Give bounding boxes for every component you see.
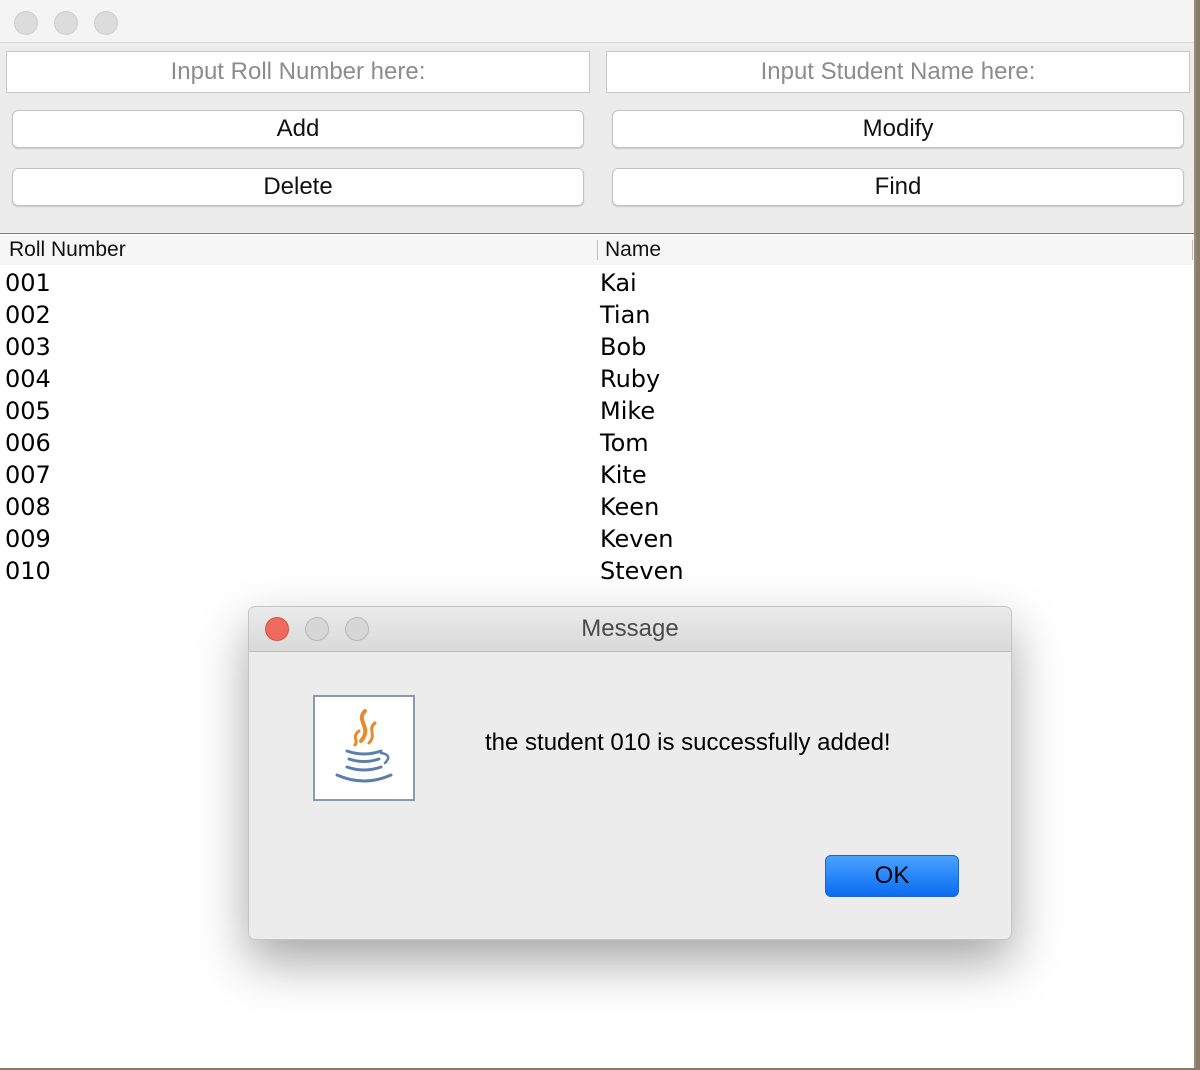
roll-number-cell[interactable]: 007 <box>5 459 51 491</box>
dialog-title: Message <box>581 615 679 642</box>
find-button[interactable]: Find <box>612 168 1184 206</box>
table-row[interactable]: 010 Steven <box>0 555 1194 587</box>
message-dialog: Message the student 010 is successfully … <box>248 606 1012 940</box>
modify-button[interactable]: Modify <box>612 110 1184 148</box>
add-button[interactable]: Add <box>12 110 584 148</box>
roll-number-cell[interactable]: 001 <box>5 267 51 299</box>
dialog-titlebar: Message <box>249 607 1011 652</box>
table-row[interactable]: 001 Kai <box>0 267 1194 299</box>
column-separator[interactable] <box>1192 240 1193 260</box>
roll-number-cell[interactable]: 010 <box>5 555 51 587</box>
roll-number-cell[interactable]: 005 <box>5 395 51 427</box>
controls-panel: Add Modify Delete Find <box>0 43 1194 233</box>
table-row[interactable]: 005 Mike <box>0 395 1194 427</box>
roll-number-cell[interactable]: 009 <box>5 523 51 555</box>
table-row[interactable]: 006 Tom <box>0 427 1194 459</box>
panel-divider <box>0 233 1194 234</box>
table-row[interactable]: 004 Ruby <box>0 363 1194 395</box>
ok-button[interactable]: OK <box>825 855 959 897</box>
window-zoom-button[interactable] <box>94 11 118 35</box>
table-header: Roll Number Name <box>0 235 1194 265</box>
name-cell[interactable]: Keen <box>600 491 659 523</box>
name-cell[interactable]: Kite <box>600 459 647 491</box>
name-cell[interactable]: Mike <box>600 395 655 427</box>
table-row[interactable]: 008 Keen <box>0 491 1194 523</box>
table-row[interactable]: 003 Bob <box>0 331 1194 363</box>
roll-number-cell[interactable]: 008 <box>5 491 51 523</box>
roll-number-field[interactable] <box>6 51 590 93</box>
roll-number-cell[interactable]: 006 <box>5 427 51 459</box>
name-cell[interactable]: Bob <box>600 331 646 363</box>
window-minimize-button[interactable] <box>54 11 78 35</box>
name-cell[interactable]: Kai <box>600 267 637 299</box>
column-header-name[interactable]: Name <box>605 235 661 265</box>
table-row[interactable]: 002 Tian <box>0 299 1194 331</box>
java-icon <box>313 695 415 801</box>
student-table-body: 001 Kai 002 Tian 003 Bob 004 Ruby 005 Mike 006 Tom 0… <box>0 267 1194 587</box>
column-separator[interactable] <box>597 240 598 260</box>
name-cell[interactable]: Keven <box>600 523 674 555</box>
dialog-message: the student 010 is successfully added! <box>485 729 891 756</box>
delete-button[interactable]: Delete <box>12 168 584 206</box>
name-cell[interactable]: Steven <box>600 555 684 587</box>
window-titlebar <box>0 0 1194 43</box>
name-cell[interactable]: Tian <box>600 299 651 331</box>
table-row[interactable]: 009 Keven <box>0 523 1194 555</box>
window-close-button[interactable] <box>14 11 38 35</box>
student-name-field[interactable] <box>606 51 1190 93</box>
student-name-input[interactable] <box>607 52 1189 92</box>
column-header-roll-number[interactable]: Roll Number <box>9 235 126 265</box>
roll-number-cell[interactable]: 004 <box>5 363 51 395</box>
roll-number-cell[interactable]: 003 <box>5 331 51 363</box>
roll-number-input[interactable] <box>7 52 589 92</box>
roll-number-cell[interactable]: 002 <box>5 299 51 331</box>
name-cell[interactable]: Ruby <box>600 363 660 395</box>
table-row[interactable]: 007 Kite <box>0 459 1194 491</box>
name-cell[interactable]: Tom <box>600 427 649 459</box>
